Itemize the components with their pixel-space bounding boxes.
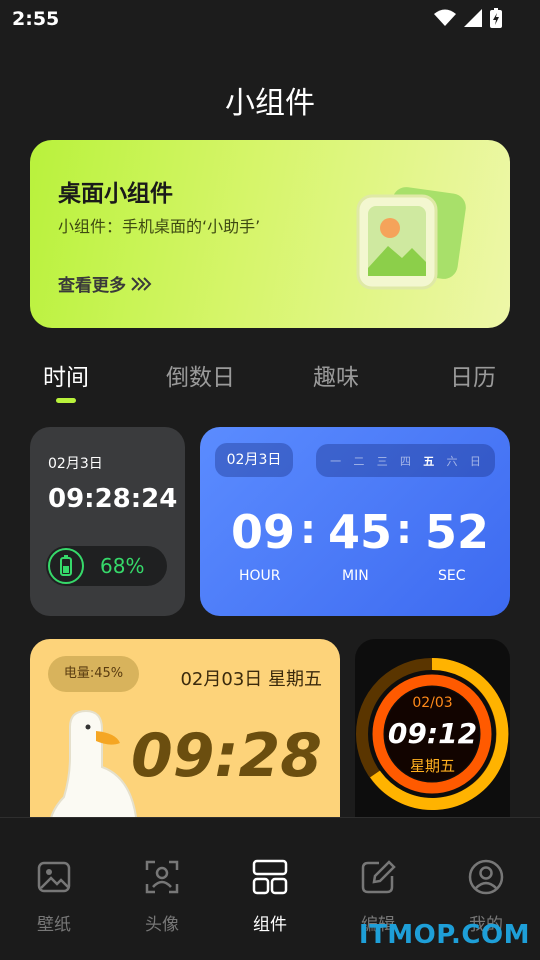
avatar-frame-icon [145, 860, 179, 894]
hour-value: 09 [231, 505, 296, 559]
widget-date: 02月3日 [48, 456, 103, 472]
weekday: 三 [376, 454, 388, 468]
cellular-signal-icon [464, 9, 482, 27]
battery-pill: 68% [46, 546, 167, 586]
page-title: 小组件 [225, 86, 315, 121]
widget-banner[interactable]: 桌面小组件 小组件：手机桌面的‘小助手’ 查看更多 [30, 140, 510, 328]
duck-clock-widget[interactable]: 电量:45% 02月03日 星期五 09:28 [30, 639, 340, 839]
category-tabs: 时间 倒数日 趣味 日历 [0, 358, 540, 408]
tab-countdown[interactable]: 倒数日 [166, 358, 235, 392]
blue-clock-widget[interactable]: 02月3日 一 二 三 四 五 六 日 09 : 45 : 52 HOUR MI… [200, 427, 510, 616]
nav-label: 组件 [253, 915, 287, 935]
weekday: 二 [353, 454, 365, 468]
profile-icon [468, 859, 504, 895]
image-icon [37, 861, 71, 893]
tab-fun[interactable]: 趣味 [313, 358, 359, 392]
time-separator: : [396, 507, 412, 553]
battery-badge: 电量:45% [48, 656, 139, 692]
tab-time[interactable]: 时间 [43, 358, 89, 392]
widget-date: 02/03 [412, 695, 453, 711]
widget-weekday: 星期五 [409, 757, 455, 775]
widget-time: 09:28:24 [48, 484, 178, 514]
minute-value: 45 [328, 505, 393, 559]
widget-date: 02月03日 星期五 [180, 669, 322, 690]
nav-label: 壁纸 [37, 915, 71, 935]
photo-cards-illustration [356, 187, 466, 290]
time-separator: : [300, 507, 316, 553]
widget-time: 09:28 [131, 721, 322, 791]
edit-icon [361, 860, 396, 894]
double-chevron-right-icon [131, 276, 152, 291]
nav-widgets[interactable]: 组件 [230, 858, 310, 935]
ring-clock-widget[interactable]: 02/03 09:12 星期五 [355, 639, 510, 839]
nav-wallpaper[interactable]: 壁纸 [14, 858, 94, 935]
banner-title: 桌面小组件 [58, 181, 173, 207]
hour-label: HOUR [239, 568, 281, 584]
widget-date: 02月3日 [215, 443, 293, 477]
weekday-strip: 一 二 三 四 五 六 日 [316, 444, 495, 477]
status-bar: 2:55 [0, 0, 540, 38]
weekday: 日 [469, 454, 481, 468]
battery-charging-icon [490, 8, 502, 28]
status-icons [434, 8, 502, 28]
battery-percent: 68% [100, 554, 145, 578]
widgets-icon [252, 859, 288, 895]
nav-label: 头像 [145, 915, 179, 935]
view-more-label: 查看更多 [58, 276, 126, 296]
active-tab-indicator [56, 398, 76, 403]
weekday-active: 五 [423, 454, 435, 468]
second-value: 52 [425, 505, 490, 559]
nav-avatar[interactable]: 头像 [122, 858, 202, 935]
view-more-link[interactable]: 查看更多 [58, 271, 152, 296]
weekday: 一 [330, 454, 342, 468]
minute-label: MIN [342, 568, 369, 584]
tab-calendar[interactable]: 日历 [450, 358, 496, 392]
site-watermark: ITMOP.COM [358, 920, 530, 950]
weekday: 四 [399, 454, 411, 468]
battery-icon [48, 548, 84, 584]
widget-time: 09:12 [387, 717, 478, 750]
second-label: SEC [438, 568, 466, 584]
dark-clock-widget[interactable]: 02月3日 09:28:24 68% [30, 427, 185, 616]
wifi-icon [434, 9, 456, 26]
weekday: 六 [446, 454, 458, 468]
status-time: 2:55 [12, 8, 60, 30]
banner-subtitle: 小组件：手机桌面的‘小助手’ [58, 217, 261, 236]
